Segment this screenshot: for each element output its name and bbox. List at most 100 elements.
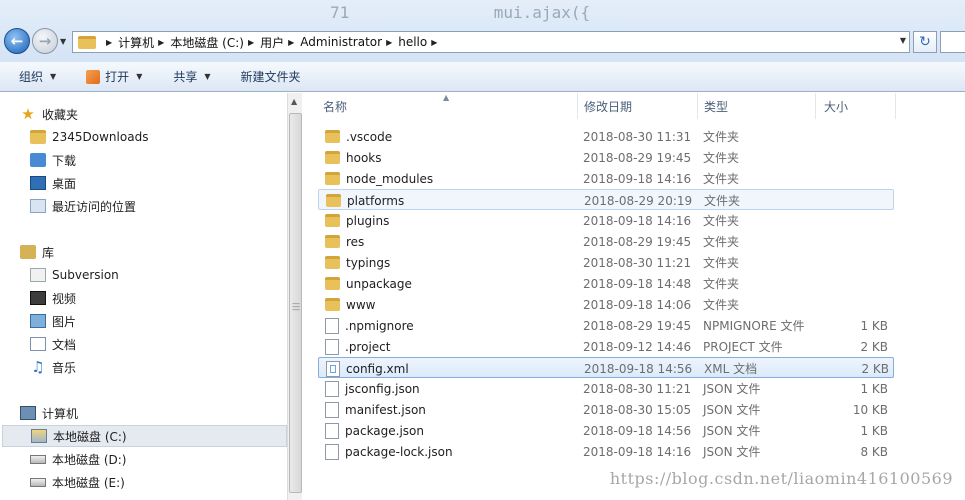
file-type: 文件夹 [703,256,740,270]
file-date: 2018-08-29 19:45 [583,234,692,249]
breadcrumb-item-users[interactable]: 用户 [260,34,284,51]
address-dropdown-button[interactable]: ▼ [900,36,906,45]
file-name: config.xml [346,361,409,376]
scroll-up-arrow-icon[interactable]: ▲ [291,97,297,106]
computer-icon [20,406,36,420]
file-row-jsconfig-json[interactable]: jsconfig.json 2018-08-30 11:21 JSON 文件 1 KB [318,378,894,399]
file-name-cell: .npmignore [325,315,414,336]
file-row-package-lock-json[interactable]: package-lock.json 2018-09-18 14:16 JSON 文件… [318,441,894,462]
nav-label: 本地磁盘 (E:) [52,475,125,490]
file-date: 2018-08-30 11:21 [583,255,692,270]
column-header-type[interactable]: 类型 [698,93,816,119]
file-row-plugins[interactable]: plugins 2018-09-18 14:16 文件夹 [318,210,894,231]
file-row-platforms[interactable]: platforms 2018-08-29 20:19 文件夹 [318,189,894,210]
chevron-right-icon[interactable]: ▶ [431,38,437,47]
nav-item-videos[interactable]: 视频 [30,287,76,309]
file-row-package-json[interactable]: package.json 2018-09-18 14:56 JSON 文件 1 KB [318,420,894,441]
nav-item-subversion[interactable]: Subversion [30,264,119,286]
folder-icon [325,298,340,311]
address-bar[interactable]: ▶ 计算机 ▶ 本地磁盘 (C:) ▶ 用户 ▶ Administrator ▶… [72,31,910,53]
file-row-project[interactable]: .project 2018-09-12 14:46 PROJECT 文件 2 KB [318,336,894,357]
back-button[interactable]: ← [4,28,30,54]
column-header-size[interactable]: 大小 [816,93,896,119]
file-row-npmignore[interactable]: .npmignore 2018-08-29 19:45 NPMIGNORE 文件 1 … [318,315,894,336]
file-size: 1 KB [860,318,888,333]
file-list-pane: ▲ 名称 修改日期 类型 大小 .vscode 2018-08-30 11:31 文… [303,93,965,500]
breadcrumb-item-drive-c[interactable]: 本地磁盘 (C:) [170,34,244,51]
share-button[interactable]: 共享 ▼ [173,68,210,85]
nav-item-recent-places[interactable]: 最近访问的位置 [30,195,136,217]
file-icon [325,422,339,439]
chevron-right-icon[interactable]: ▶ [248,38,254,47]
file-name-cell: res [325,231,364,252]
nav-item-desktop[interactable]: 桌面 [30,172,76,194]
forward-button[interactable]: → [32,28,58,54]
file-row-res[interactable]: res 2018-08-29 19:45 文件夹 [318,231,894,252]
nav-label: Subversion [52,268,119,282]
file-row-typings[interactable]: typings 2018-08-30 11:21 文件夹 [318,252,894,273]
recent-places-icon [30,199,46,213]
xml-file-icon [326,360,340,377]
subversion-library-icon [30,268,46,282]
file-date: 2018-09-18 14:16 [583,444,692,459]
file-type: 文件夹 [703,235,740,249]
arrow-left-icon: ← [10,32,24,50]
folder-icon [326,194,341,207]
chevron-right-icon[interactable]: ▶ [158,38,164,47]
desktop-icon [30,176,46,190]
file-size [818,168,888,189]
column-header-name[interactable]: 名称 [303,93,578,119]
file-size [818,126,888,147]
chevron-right-icon[interactable]: ▶ [288,38,294,47]
nav-label: 收藏夹 [42,107,79,122]
new-folder-button[interactable]: 新建文件夹 [241,68,301,85]
file-date: 2018-09-18 14:56 [584,361,693,376]
column-header-date[interactable]: 修改日期 [578,93,698,119]
file-name: unpackage [346,276,412,291]
file-name-cell: platforms [326,190,404,211]
file-size [818,294,888,315]
breadcrumb-item-hello[interactable]: hello [398,35,427,49]
refresh-button[interactable]: ↻ [913,31,937,53]
file-row-hooks[interactable]: hooks 2018-08-29 19:45 文件夹 [318,147,894,168]
breadcrumb-item-administrator[interactable]: Administrator [300,35,382,49]
file-row-unpackage[interactable]: unpackage 2018-09-18 14:48 文件夹 [318,273,894,294]
folder-icon [325,130,340,143]
nav-item-2345downloads[interactable]: 2345Downloads [30,126,148,148]
file-row-vscode[interactable]: .vscode 2018-08-30 11:31 文件夹 [318,126,894,147]
file-row-node-modules[interactable]: node_modules 2018-09-18 14:16 文件夹 [318,168,894,189]
nav-item-music[interactable]: ♫ 音乐 [30,356,76,378]
file-type: 文件夹 [703,277,740,291]
nav-item-drive-e[interactable]: 本地磁盘 (E:) [30,471,125,493]
documents-library-icon [30,337,46,351]
chevron-right-icon[interactable]: ▶ [106,38,112,47]
chevron-right-icon[interactable]: ▶ [386,38,392,47]
file-type: PROJECT 文件 [703,340,783,354]
file-name: .npmignore [345,318,414,333]
file-name-cell: unpackage [325,273,412,294]
search-input[interactable] [940,31,965,53]
file-name-cell: package-lock.json [325,441,453,462]
file-row-config-xml[interactable]: config.xml 2018-09-18 14:56 XML 文档 2 KB [318,357,894,378]
nav-computer[interactable]: 计算机 [20,402,78,424]
nav-favorites[interactable]: ★ 收藏夹 [20,103,78,125]
nav-item-pictures[interactable]: 图片 [30,310,76,332]
file-date: 2018-08-29 20:19 [584,193,693,208]
nav-item-downloads[interactable]: 下载 [30,149,76,171]
file-size: 2 KB [861,361,889,376]
nav-item-drive-d[interactable]: 本地磁盘 (D:) [30,448,126,470]
file-icon [325,443,339,460]
file-name-cell: node_modules [325,168,433,189]
open-button[interactable]: 打开 ▼ [86,68,142,85]
file-row-www[interactable]: www 2018-09-18 14:06 文件夹 [318,294,894,315]
recent-pages-dropdown[interactable]: ▼ [60,37,66,46]
nav-libraries[interactable]: 库 [20,241,54,263]
nav-label: 计算机 [42,406,79,421]
nav-item-drive-c[interactable]: 本地磁盘 (C:) [2,425,287,447]
nav-item-documents[interactable]: 文档 [30,333,76,355]
file-row-manifest-json[interactable]: manifest.json 2018-08-30 15:05 JSON 文件 10 K… [318,399,894,420]
breadcrumb-item-computer[interactable]: 计算机 [118,34,154,51]
organize-button[interactable]: 组织 ▼ [19,68,56,85]
file-type: JSON 文件 [703,382,761,396]
nav-pane-scrollbar[interactable]: ▲ — — — [287,93,302,500]
